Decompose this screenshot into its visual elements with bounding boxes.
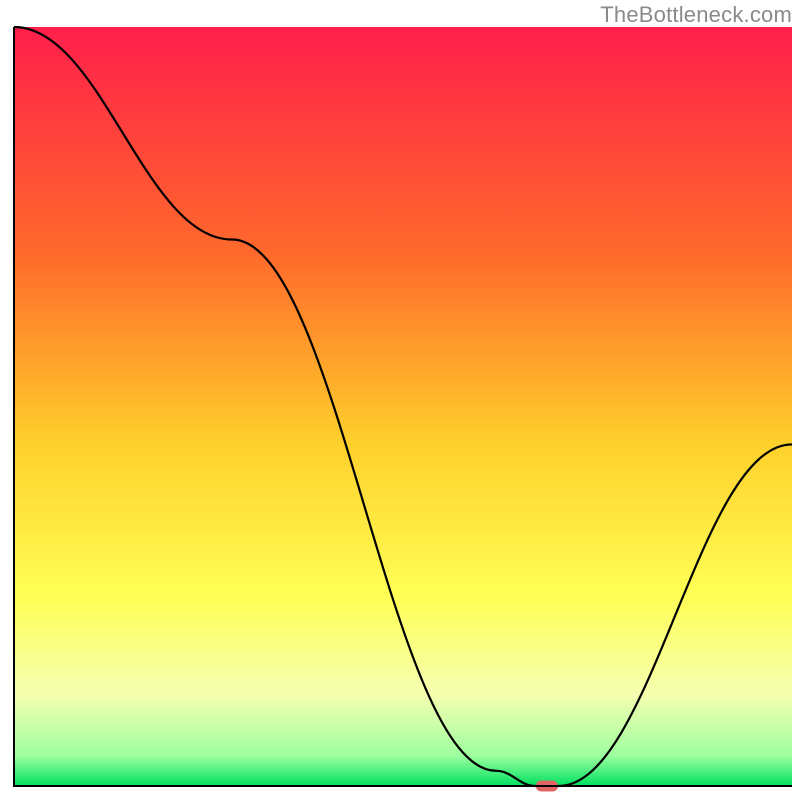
watermark-text: TheBottleneck.com xyxy=(600,2,792,28)
plot-background xyxy=(14,27,792,786)
bottleneck-chart xyxy=(0,0,800,800)
